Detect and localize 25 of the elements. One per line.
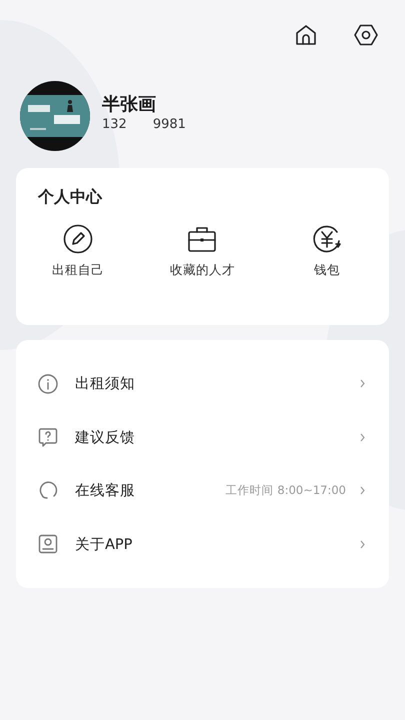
chevron-right-icon: [360, 379, 365, 388]
menu-item[interactable]: 在线客服 工作时间 8:00~17:00: [16, 464, 389, 518]
shortcut-button[interactable]: 钱包: [264, 224, 389, 279]
menu-item[interactable]: 建议反馈: [16, 410, 389, 464]
chevron-right-icon: [360, 486, 365, 496]
card-title: 个人中心: [36, 186, 104, 208]
settings-button[interactable]: [353, 22, 379, 48]
shortcut-button[interactable]: 收藏的人才: [140, 224, 265, 279]
home-icon: [295, 24, 317, 46]
phone-number-start: 132: [102, 117, 127, 133]
shortcut-button[interactable]: 出租自己: [16, 224, 140, 279]
pencil-icon: [63, 224, 94, 254]
home-button[interactable]: [293, 22, 319, 48]
chevron-right-icon: [360, 540, 365, 549]
chevron-right-icon: [360, 432, 365, 442]
settings-icon: [354, 24, 378, 46]
menu-item[interactable]: 关于APP: [16, 518, 389, 571]
user-name: 半张画: [102, 93, 157, 117]
briefcase-icon: [187, 224, 218, 254]
question-bubble-icon: [38, 427, 58, 448]
menu-item[interactable]: 出租须知: [16, 357, 389, 410]
id-card-icon: [38, 534, 58, 554]
info-icon: [38, 374, 58, 394]
phone-number-end: 9981: [152, 117, 186, 133]
yen-coin-icon: [312, 224, 342, 254]
